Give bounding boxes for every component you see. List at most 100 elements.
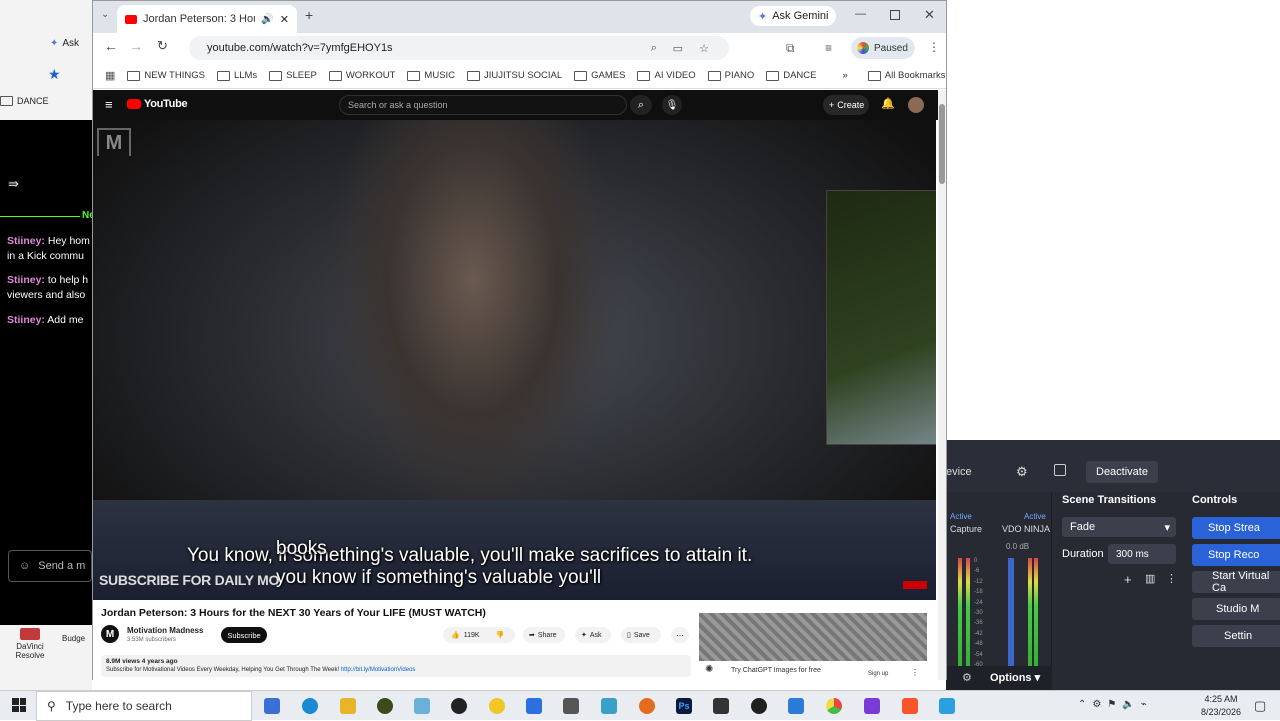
bookmark-folder[interactable]: SLEEP [269, 70, 317, 81]
like-button[interactable]: 👍 119K 👎 [443, 627, 515, 643]
app-icon[interactable] [939, 698, 955, 714]
bookmark-folder[interactable]: MUSIC [407, 70, 455, 81]
more-icon[interactable]: ⋮ [1166, 572, 1177, 585]
reload-icon[interactable]: ↻ [157, 38, 168, 54]
volume-slider[interactable] [1008, 558, 1014, 678]
ask-gemini-button[interactable]: ✦ Ask Gemini [750, 6, 836, 26]
notification-center-icon[interactable]: ▢ [1254, 698, 1266, 714]
vpn-icon[interactable] [864, 698, 880, 714]
chrome-icon[interactable] [826, 698, 842, 714]
ask-button[interactable]: ✦ Ask [575, 627, 611, 643]
edge-icon[interactable] [302, 698, 318, 714]
star-icon[interactable]: ★ [48, 66, 61, 83]
bookmark-folder[interactable]: PIANO [707, 70, 754, 81]
subscribe-button[interactable]: Subscribe [221, 627, 267, 643]
media-queue-icon[interactable]: ≡ [825, 41, 832, 55]
file-explorer-icon[interactable] [340, 698, 356, 714]
options-button[interactable]: Options ▾ [990, 671, 1040, 684]
add-icon[interactable]: + [1124, 572, 1132, 587]
more-actions-icon[interactable]: ⋯ [671, 627, 689, 643]
scrollbar-thumb[interactable] [939, 104, 945, 184]
youtube-search-input[interactable]: Search or ask a question [339, 95, 627, 115]
bookmark-folder[interactable]: JIUJITSU SOCIAL [467, 70, 562, 81]
collapse-chat-icon[interactable]: ⇛ [8, 176, 19, 192]
bookmark-star-icon[interactable]: ☆ [699, 42, 709, 55]
apps-icon[interactable]: ▦ [105, 69, 115, 82]
youtube-logo[interactable]: YouTube [127, 98, 188, 110]
lightbulb-icon[interactable] [489, 698, 505, 714]
tab-youtube[interactable]: Jordan Peterson: 3 Hours fo 🔊 ✕ [117, 5, 297, 33]
desktop-icon-budget[interactable]: Budge [62, 634, 85, 643]
ad-signup-button[interactable]: Sign up [868, 671, 888, 677]
menu-icon[interactable]: ⋮ [928, 40, 940, 54]
save-button[interactable]: ▯ Save [621, 627, 661, 643]
app-icon[interactable] [751, 698, 767, 714]
obs-icon[interactable] [451, 698, 467, 714]
cast-icon[interactable]: ▭ [673, 42, 683, 55]
gear-icon[interactable]: ⚙ [1016, 464, 1028, 480]
hamburger-icon[interactable]: ≡ [105, 97, 113, 112]
close-window-button[interactable]: ✕ [924, 7, 935, 23]
notifications-icon[interactable]: 🔔 [881, 97, 895, 110]
desktop-icon-davinci[interactable]: DaVinci Resolve [12, 628, 48, 660]
all-bookmarks-button[interactable]: All Bookmarks [867, 70, 946, 81]
brave-icon[interactable] [902, 698, 918, 714]
clock[interactable]: 4:25 AM 8/23/2026 [1196, 693, 1246, 719]
davinci-icon[interactable] [713, 698, 729, 714]
close-icon[interactable]: ✕ [280, 13, 289, 26]
new-tab-icon[interactable]: + [305, 7, 313, 23]
gear-icon[interactable]: ⚙ [962, 671, 972, 684]
forward-icon[interactable]: → [129, 38, 143, 54]
ad-banner[interactable] [699, 613, 927, 661]
stop-stream-button[interactable]: Stop Strea [1192, 517, 1280, 539]
bookmark-folder[interactable]: WORKOUT [328, 70, 395, 81]
create-button[interactable]: + Create [823, 95, 869, 115]
duration-stepper[interactable]: 300 ms [1108, 544, 1176, 564]
emote-icon[interactable]: ☺ [19, 560, 30, 572]
bookmark-folder[interactable]: NEW THINGS [127, 70, 205, 81]
maximize-button[interactable] [890, 10, 900, 20]
avatar[interactable] [908, 97, 924, 113]
bookmark-folder[interactable]: AI VIDEO [637, 70, 696, 81]
app-icon[interactable] [377, 698, 393, 714]
chat-send-input[interactable]: ☺ Send a m [8, 550, 92, 582]
share-button[interactable]: ➦ Share [523, 627, 565, 643]
notes-icon[interactable] [414, 698, 430, 714]
stop-record-button[interactable]: Stop Reco [1192, 544, 1280, 566]
app-icon[interactable] [563, 698, 579, 714]
page-scrollbar[interactable] [938, 90, 946, 680]
more-bookmarks-icon[interactable]: » [843, 70, 848, 81]
bookmark-folder[interactable]: GAMES [574, 70, 625, 81]
settings-button[interactable]: Settin [1192, 625, 1280, 647]
tab-search-icon[interactable]: ⌄ [101, 9, 109, 20]
bookmark-folder[interactable]: LLMs [216, 70, 257, 81]
start-virtual-camera-button[interactable]: Start Virtual Ca [1192, 570, 1280, 594]
extensions-icon[interactable]: ⧉ [786, 41, 795, 56]
back-icon[interactable]: ← [104, 38, 118, 54]
deactivate-button[interactable]: Deactivate [1086, 461, 1158, 483]
description-box[interactable]: 8.9M views 4 years ago Subscribe for Mot… [101, 655, 691, 677]
docs-icon[interactable] [526, 698, 542, 714]
profile-paused-button[interactable]: Paused [851, 37, 915, 59]
filter-icon[interactable] [1054, 464, 1066, 476]
system-tray-icons[interactable]: ⌃⚙⚑🔈⌁ [1078, 699, 1153, 710]
task-view-icon[interactable] [264, 698, 280, 714]
photoshop-icon[interactable]: Ps [676, 698, 692, 714]
app-icon[interactable] [788, 698, 804, 714]
windows-start-icon[interactable] [12, 698, 26, 712]
ad-menu-icon[interactable]: ⋮ [911, 668, 919, 677]
background-bookmark-dance[interactable]: DANCE [0, 96, 49, 106]
transition-select[interactable]: Fade ▾ [1062, 517, 1176, 537]
taskbar-search-input[interactable]: ⚲ Type here to search [36, 691, 252, 721]
app-icon[interactable] [601, 698, 617, 714]
audio-icon[interactable]: 🔊 [261, 14, 273, 25]
studio-mode-button[interactable]: Studio M [1192, 598, 1280, 620]
video-player[interactable]: M You know, if something's valuable, you… [93, 120, 936, 600]
trash-icon[interactable]: ▥ [1145, 572, 1155, 585]
address-input[interactable]: youtube.com/watch?v=7ymfgEHOY1s ⌕ ▭ ☆ [189, 36, 729, 60]
channel-name[interactable]: Motivation Madness [127, 626, 203, 635]
zoom-icon[interactable]: ⌕ [651, 42, 657, 55]
minimize-button[interactable]: — [855, 8, 866, 20]
search-icon[interactable]: ⌕ [630, 95, 652, 115]
firefox-icon[interactable] [639, 698, 655, 714]
